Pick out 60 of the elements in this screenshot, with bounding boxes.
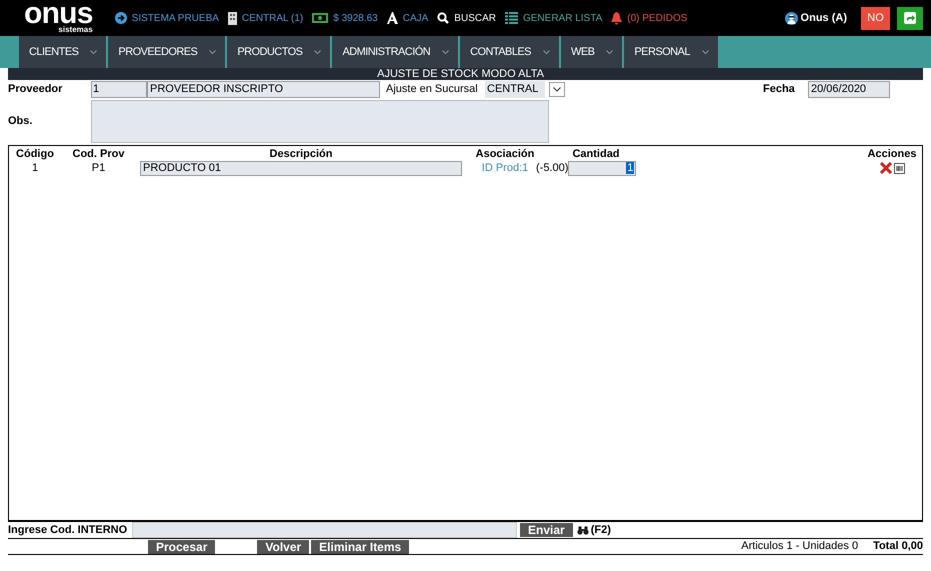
date-field[interactable]: 20/06/2020 [808, 81, 890, 98]
field-label: Fecha [763, 82, 796, 98]
column-header: Acciones [866, 147, 918, 162]
action-button[interactable]: Procesar [148, 540, 216, 554]
shortcut-hint: (F2) [590, 522, 611, 538]
description-field[interactable]: PRODUCTO 01 [140, 160, 462, 176]
name-field[interactable]: PROVEEDOR INSCRIPTO [147, 81, 380, 98]
menu-tab[interactable]: WEB [560, 36, 622, 68]
field-label: Ajuste en Sucursal [386, 82, 479, 98]
list-icon [504, 12, 518, 24]
column-header: Cod. Prov [72, 147, 126, 162]
barcode-icon[interactable] [894, 162, 904, 174]
serif-letter-icon [386, 12, 398, 24]
action-button[interactable]: Volver [257, 540, 310, 554]
header-link[interactable]: GENERAR LISTA [522, 10, 602, 26]
bell-icon [611, 12, 622, 24]
menu-tab[interactable]: PERSONAL [624, 36, 718, 68]
table-cell-text: 1 [30, 161, 40, 176]
quantity-field[interactable]: 1 [568, 160, 636, 176]
share-button[interactable] [897, 6, 923, 30]
field-label: Obs. [8, 114, 34, 130]
stock-value: (-5.00) [536, 161, 568, 176]
chevron-down-icon[interactable] [553, 87, 561, 92]
branch-select[interactable]: CENTRAL [485, 81, 545, 98]
summary-text: Articulos 1 - Unidades 0 [741, 539, 858, 554]
menu-tab[interactable]: ADMINISTRACIÓN [332, 36, 458, 68]
building-icon [228, 12, 237, 24]
column-header: Cantidad [571, 147, 621, 162]
header-link[interactable]: $ 3928.63 [333, 10, 378, 26]
column-header: Código [15, 147, 55, 162]
send-button[interactable]: Enviar [520, 523, 573, 537]
code-field[interactable]: 1 [91, 81, 147, 98]
table-cell-text: P1 [90, 161, 106, 176]
field-label: Proveedor [8, 82, 64, 98]
arrow-circle-icon [114, 12, 127, 24]
notes-field[interactable] [91, 100, 549, 143]
dropdown-button[interactable] [549, 82, 565, 97]
header-link[interactable]: SISTEMA PRUEBA [132, 10, 219, 26]
field-label: Ingrese Cod. INTERNO [8, 522, 128, 538]
header-link[interactable]: CAJA [402, 10, 428, 26]
menu-tab[interactable]: CONTABLES [460, 36, 559, 68]
column-header: Asociación [474, 147, 536, 162]
menu-tab[interactable]: PRODUCTOS [227, 36, 330, 68]
search-icon [437, 12, 450, 24]
header-link[interactable]: (0) PEDIDOS [627, 10, 688, 26]
total-text: Total 0,00 [873, 539, 923, 554]
user-icon [784, 12, 798, 24]
header-link[interactable]: BUSCAR [454, 10, 496, 26]
banknote-icon [312, 13, 328, 23]
column-header: Descripción [268, 147, 334, 162]
page-title: AJUSTE DE STOCK MODO ALTA [377, 68, 544, 80]
header-link[interactable]: CENTRAL (1) [242, 10, 304, 26]
delete-icon[interactable] [880, 162, 892, 174]
binoculars-icon[interactable] [576, 526, 589, 534]
code-input[interactable] [132, 522, 517, 538]
no-button[interactable]: NO [861, 6, 890, 30]
user-name[interactable]: Onus (A) [800, 10, 847, 26]
action-button[interactable]: Eliminar Items [311, 540, 410, 554]
menu-tab[interactable]: CLIENTES [19, 36, 106, 68]
menu-tab[interactable]: PROVEEDORES [108, 36, 226, 68]
